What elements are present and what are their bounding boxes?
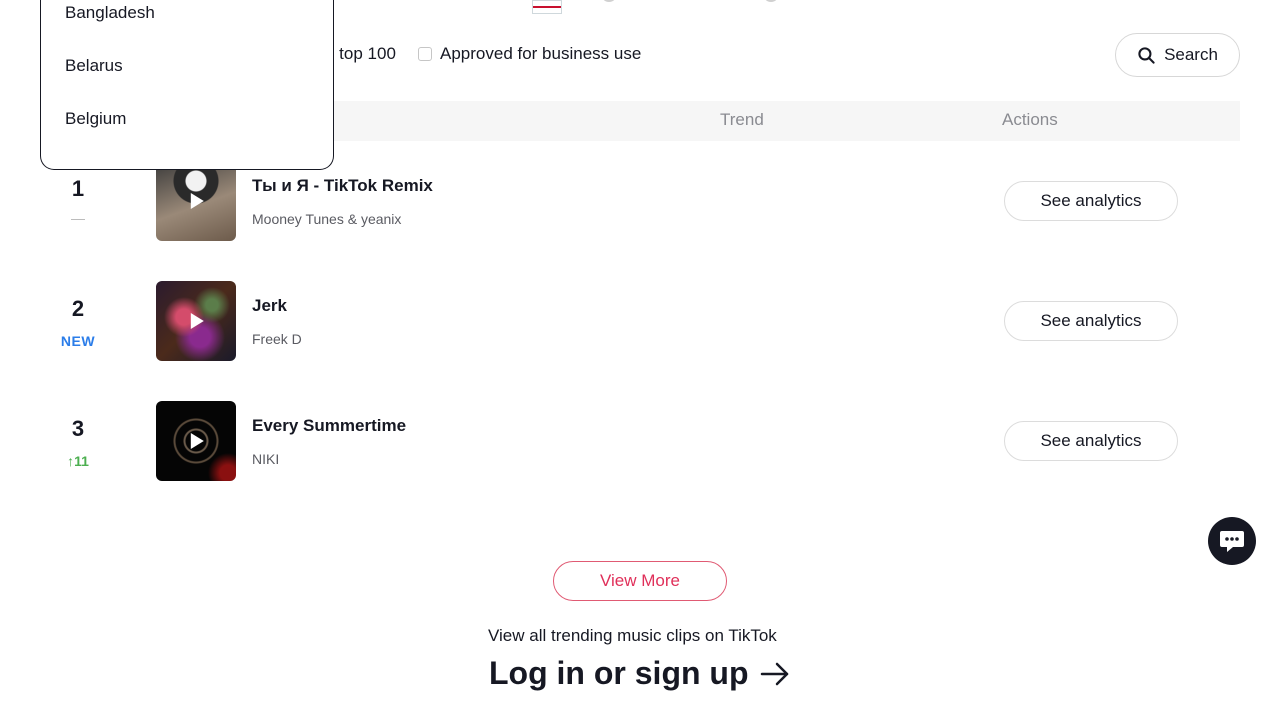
business-use-label: Approved for business use xyxy=(440,44,642,63)
country-option-bangladesh[interactable]: Bangladesh xyxy=(65,3,155,23)
chat-button[interactable] xyxy=(1208,517,1256,565)
play-icon xyxy=(190,433,204,449)
radio-indicator-icon xyxy=(601,0,617,2)
song-artist: Mooney Tunes & yeanix xyxy=(252,211,402,227)
country-flag-icon[interactable] xyxy=(532,0,562,14)
arrow-right-icon xyxy=(760,662,788,685)
song-thumbnail[interactable] xyxy=(156,401,236,481)
see-analytics-button[interactable]: See analytics xyxy=(1004,421,1178,461)
login-link[interactable]: Log in or sign up xyxy=(489,655,791,692)
see-analytics-button[interactable]: See analytics xyxy=(1004,301,1178,341)
trend-column-header: Trend xyxy=(720,110,764,129)
song-artist: Freek D xyxy=(252,331,302,347)
country-option-belgium[interactable]: Belgium xyxy=(65,109,126,129)
play-icon xyxy=(190,193,204,209)
new-badge: NEW xyxy=(60,333,96,349)
business-use-filter[interactable]: Approved for business use xyxy=(418,44,641,64)
country-option-belarus[interactable]: Belarus xyxy=(65,56,123,76)
business-use-checkbox[interactable] xyxy=(418,47,432,61)
rank-change: ↑11 xyxy=(58,453,98,469)
rank-change: — xyxy=(71,210,85,226)
trending-clips-link[interactable]: View all trending music clips on TikTok xyxy=(488,626,777,646)
actions-column-header: Actions xyxy=(1002,110,1058,129)
song-thumbnail[interactable] xyxy=(156,281,236,361)
top-100-filter[interactable]: p top 100 xyxy=(325,44,396,64)
rank-number: 1 xyxy=(71,176,85,201)
search-icon xyxy=(1138,46,1155,64)
song-title[interactable]: Ты и Я - TikTok Remix xyxy=(252,176,433,196)
rank-change-value: 11 xyxy=(74,453,89,469)
song-thumbnail[interactable] xyxy=(156,161,236,241)
song-title[interactable]: Jerk xyxy=(252,296,287,316)
play-icon xyxy=(190,313,204,329)
search-button[interactable]: Search xyxy=(1115,33,1240,77)
login-label: Log in or sign up xyxy=(489,655,749,691)
rank-number: 2 xyxy=(71,296,85,321)
song-title[interactable]: Every Summertime xyxy=(252,416,406,436)
song-artist: NIKI xyxy=(252,451,280,467)
radio-indicator-icon xyxy=(763,0,779,2)
search-label: Search xyxy=(1164,45,1218,64)
view-more-button[interactable]: View More xyxy=(553,561,727,601)
chat-icon xyxy=(1220,531,1244,552)
see-analytics-button[interactable]: See analytics xyxy=(1004,181,1178,221)
rank-number: 3 xyxy=(71,416,85,441)
country-dropdown: Bangladesh Belarus Belgium xyxy=(40,0,334,170)
